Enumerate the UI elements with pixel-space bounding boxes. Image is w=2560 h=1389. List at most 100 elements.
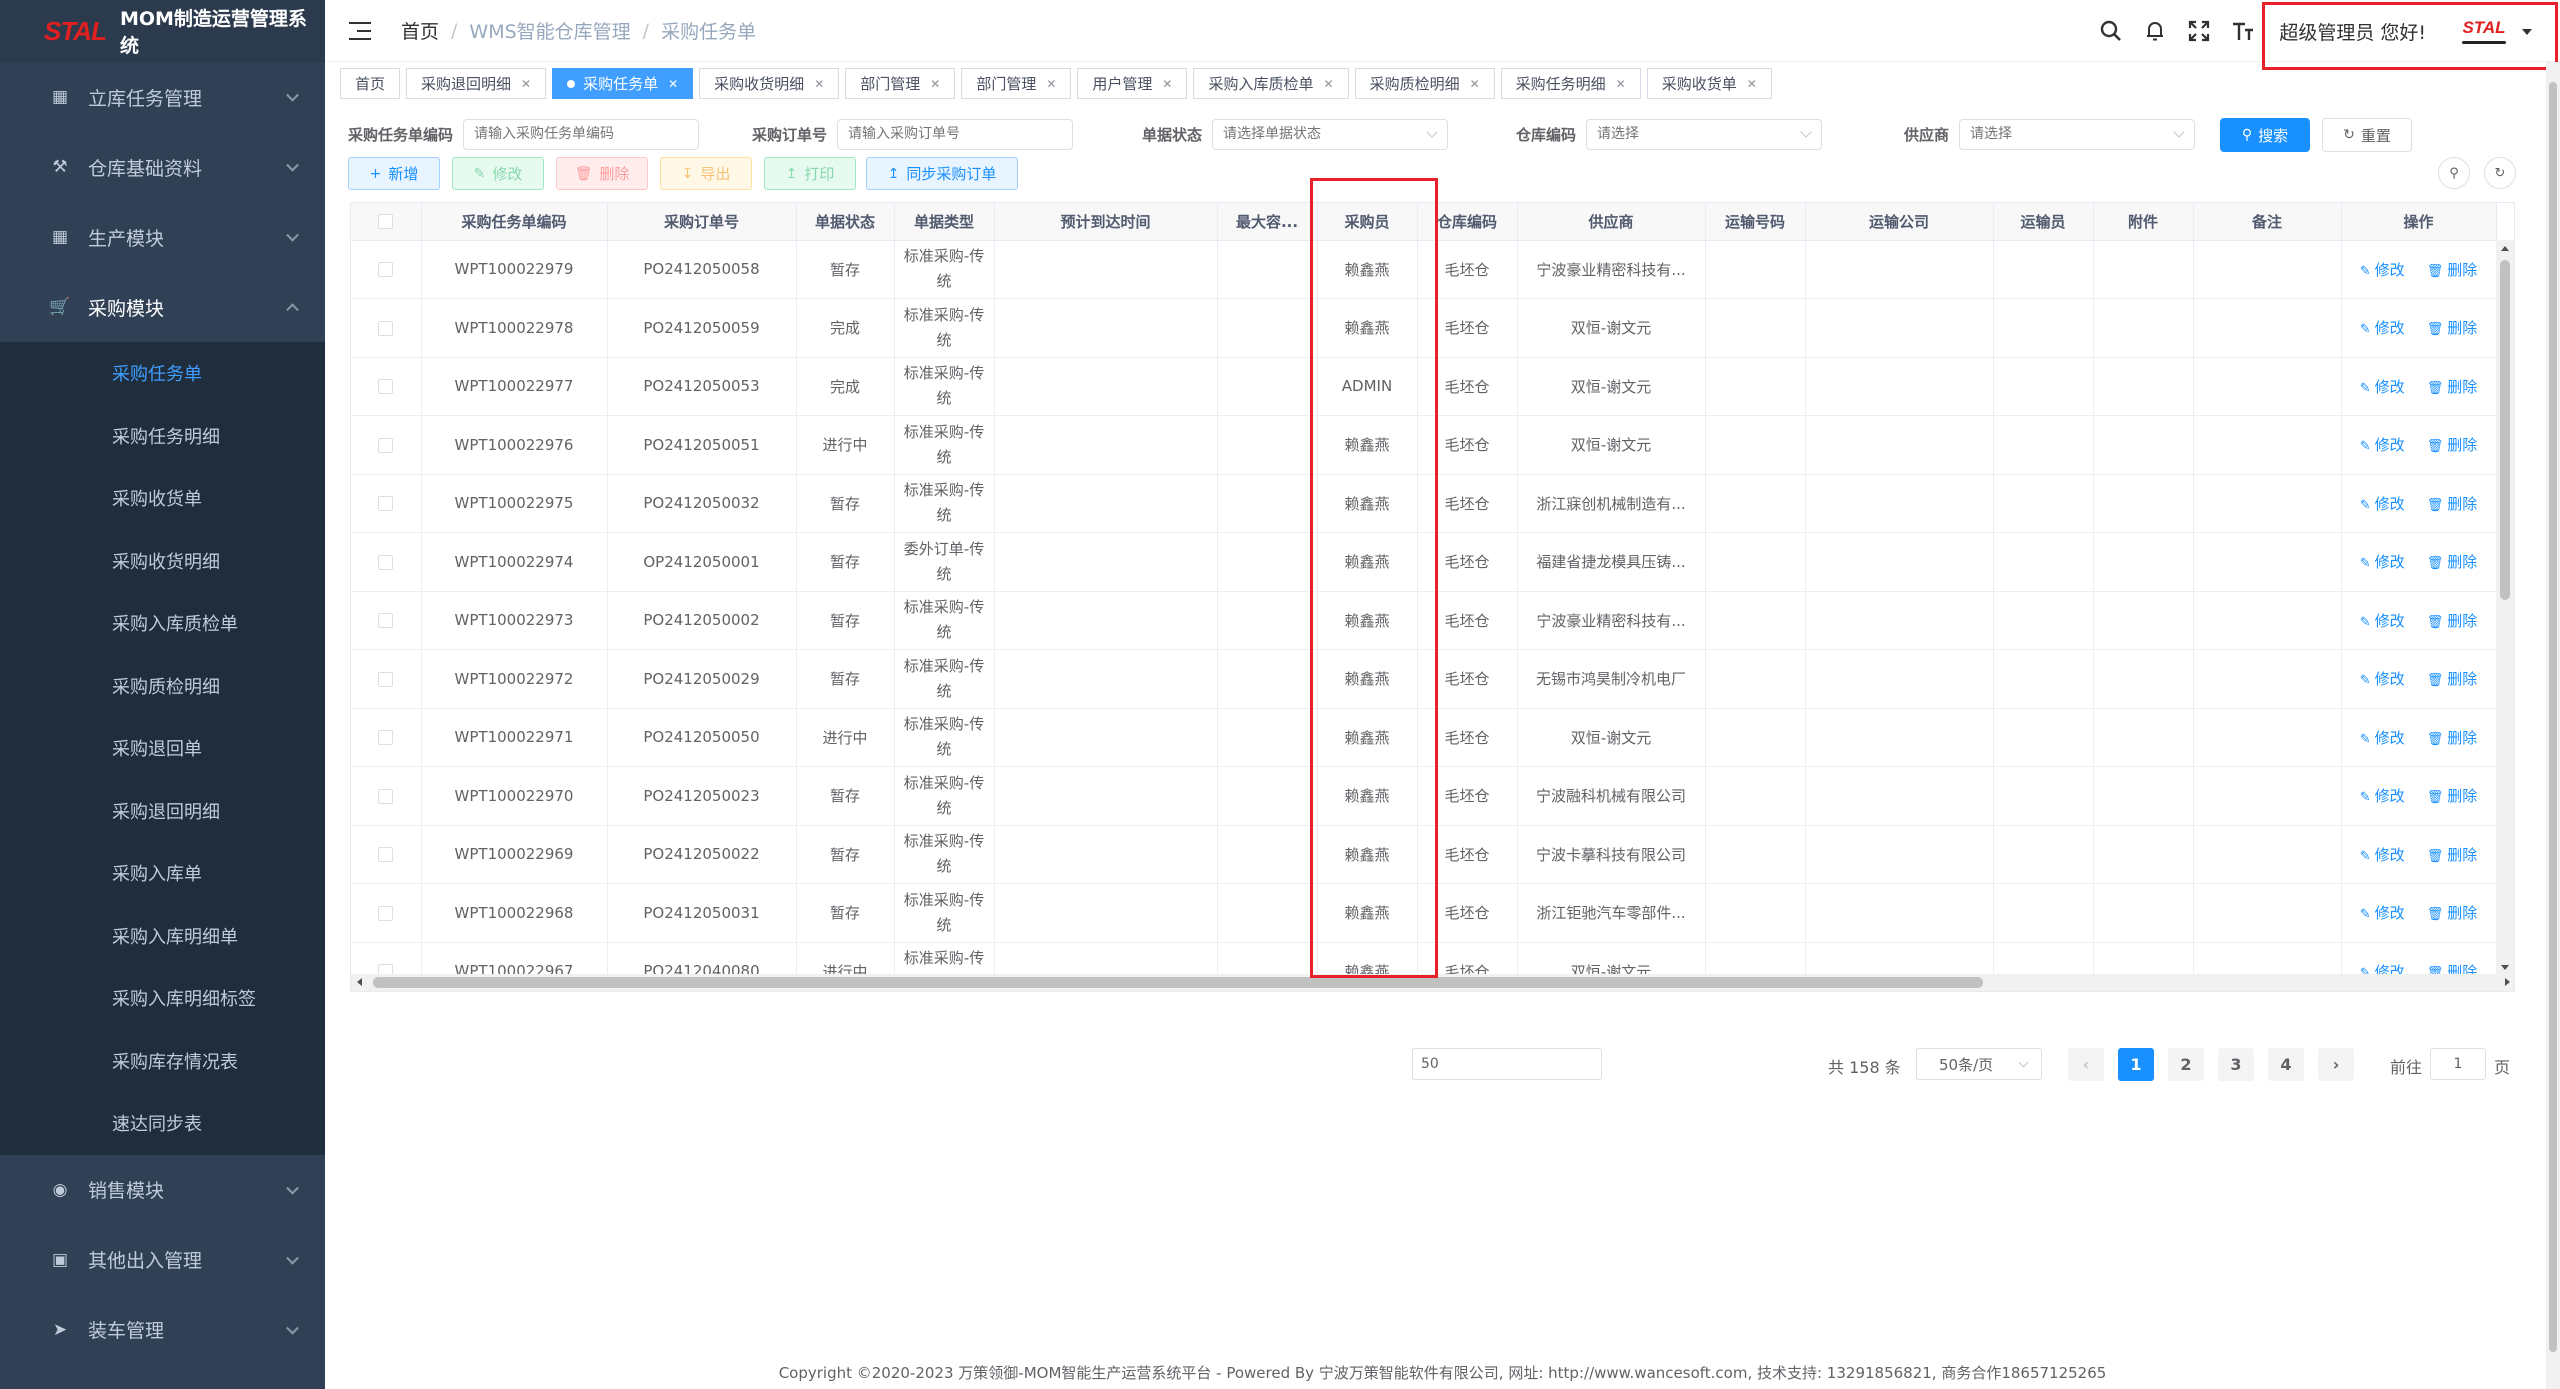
table-row[interactable]: WPT100022972 PO2412050029 暂存 标准采购-传统 赖鑫燕…: [351, 649, 2497, 709]
table-row[interactable]: WPT100022974 OP2412050001 暂存 委外订单-传统 赖鑫燕…: [351, 532, 2497, 592]
select-all-checkbox[interactable]: [351, 203, 422, 241]
sidebar-subitem-3[interactable]: 采购收货明细: [0, 529, 325, 592]
table-row[interactable]: WPT100022977 PO2412050053 完成 标准采购-传统 ADM…: [351, 357, 2497, 416]
hamburger-icon[interactable]: [349, 21, 371, 40]
row-edit-link[interactable]: ✎修改: [2360, 495, 2405, 513]
row-edit-link[interactable]: ✎修改: [2360, 378, 2405, 396]
avatar[interactable]: STAL: [2454, 9, 2532, 53]
table-row[interactable]: WPT100022968 PO2412050031 暂存 标准采购-传统 赖鑫燕…: [351, 883, 2497, 943]
sidebar-item-3[interactable]: 🛒 采购模块: [0, 272, 325, 342]
column-header[interactable]: 运输公司: [1805, 203, 1994, 241]
search-icon[interactable]: [2098, 18, 2124, 44]
row-delete-link[interactable]: 🗑删除: [2427, 436, 2478, 454]
page-button-4[interactable]: 4: [2268, 1048, 2304, 1081]
sidebar-subitem-4[interactable]: 采购入库质检单: [0, 592, 325, 655]
horizontal-scrollbar[interactable]: [351, 974, 2514, 991]
close-icon[interactable]: ✕: [1747, 77, 1757, 91]
edit-button[interactable]: ✎ 修改: [452, 157, 544, 190]
row-edit-link[interactable]: ✎修改: [2360, 846, 2405, 864]
close-icon[interactable]: ✕: [1324, 77, 1334, 91]
table-row[interactable]: WPT100022979 PO2412050058 暂存 标准采购-传统 赖鑫燕…: [351, 240, 2497, 299]
row-edit-link[interactable]: ✎修改: [2360, 319, 2405, 337]
row-checkbox[interactable]: [351, 591, 422, 650]
sidebar-item-6[interactable]: ➤ 装车管理: [0, 1295, 325, 1365]
close-icon[interactable]: ✕: [668, 77, 678, 91]
row-delete-link[interactable]: 🗑删除: [2427, 904, 2478, 922]
table-row[interactable]: WPT100022971 PO2412050050 进行中 标准采购-传统 赖鑫…: [351, 708, 2497, 767]
refresh-button[interactable]: ↻: [2484, 157, 2516, 189]
bell-icon[interactable]: [2142, 18, 2168, 44]
page-button-2[interactable]: 2: [2168, 1048, 2204, 1081]
row-delete-link[interactable]: 🗑删除: [2427, 612, 2478, 630]
tag-1[interactable]: 采购退回明细 ✕: [406, 68, 547, 99]
column-header[interactable]: 采购订单号: [607, 203, 797, 241]
table-row[interactable]: WPT100022973 PO2412050002 暂存 标准采购-传统 赖鑫燕…: [351, 591, 2497, 650]
page-size-select[interactable]: 50条/页: [1916, 1048, 2042, 1080]
column-header[interactable]: 最大容...: [1217, 203, 1318, 241]
add-button[interactable]: + 新增: [348, 157, 440, 190]
sidebar-subitem-10[interactable]: 采购入库明细标签: [0, 967, 325, 1030]
sidebar-subitem-12[interactable]: 速达同步表: [0, 1092, 325, 1155]
column-header[interactable]: 附件: [2093, 203, 2194, 241]
task-code-input[interactable]: [463, 118, 700, 150]
status-select[interactable]: [1212, 118, 1449, 150]
page-button-3[interactable]: 3: [2218, 1048, 2254, 1081]
tag-4[interactable]: 部门管理 ✕: [845, 68, 956, 99]
sidebar-subitem-0[interactable]: 采购任务单: [0, 342, 325, 405]
row-checkbox[interactable]: [351, 649, 422, 709]
close-icon[interactable]: ✕: [930, 77, 940, 91]
sidebar-item-1[interactable]: ⚒ 仓库基础资料: [0, 132, 325, 202]
row-checkbox[interactable]: [351, 415, 422, 475]
table-row[interactable]: WPT100022978 PO2412050059 完成 标准采购-传统 赖鑫燕…: [351, 298, 2497, 358]
row-edit-link[interactable]: ✎修改: [2360, 904, 2405, 922]
print-button[interactable]: ↥ 打印: [764, 157, 856, 190]
row-edit-link[interactable]: ✎修改: [2360, 612, 2405, 630]
search-button[interactable]: ⚲ 搜索: [2220, 118, 2310, 152]
page-button-1[interactable]: 1: [2118, 1048, 2154, 1081]
row-delete-link[interactable]: 🗑删除: [2427, 261, 2478, 279]
tag-7[interactable]: 采购入库质检单 ✕: [1193, 68, 1349, 99]
column-header[interactable]: 备注: [2193, 203, 2342, 241]
sidebar-subitem-7[interactable]: 采购退回明细: [0, 779, 325, 842]
row-checkbox[interactable]: [351, 240, 422, 299]
table-row[interactable]: WPT100022975 PO2412050032 暂存 标准采购-传统 赖鑫燕…: [351, 474, 2497, 533]
delete-button[interactable]: 🗑 删除: [556, 157, 648, 190]
row-checkbox[interactable]: [351, 825, 422, 884]
table-row[interactable]: WPT100022969 PO2412050022 暂存 标准采购-传统 赖鑫燕…: [351, 825, 2497, 884]
tag-8[interactable]: 采购质检明细 ✕: [1354, 68, 1495, 99]
column-header[interactable]: 采购员: [1317, 203, 1418, 241]
column-header[interactable]: 运输员: [1993, 203, 2094, 241]
close-icon[interactable]: ✕: [1046, 77, 1056, 91]
export-button[interactable]: ↧ 导出: [660, 157, 752, 190]
tag-6[interactable]: 用户管理 ✕: [1077, 68, 1188, 99]
row-checkbox[interactable]: [351, 708, 422, 767]
sidebar-item-5[interactable]: ▣ 其他出入管理: [0, 1225, 325, 1295]
supplier-select[interactable]: [1959, 118, 2196, 150]
reset-button[interactable]: ↻ 重置: [2322, 118, 2412, 152]
row-delete-link[interactable]: 🗑删除: [2427, 729, 2478, 747]
row-checkbox[interactable]: [351, 883, 422, 943]
tag-3[interactable]: 采购收货明细 ✕: [699, 68, 840, 99]
sidebar-item-2[interactable]: ▦ 生产模块: [0, 202, 325, 272]
row-edit-link[interactable]: ✎修改: [2360, 261, 2405, 279]
column-header[interactable]: 采购任务单编码: [421, 203, 608, 241]
row-delete-link[interactable]: 🗑删除: [2427, 319, 2478, 337]
column-header[interactable]: 供应商: [1517, 203, 1706, 241]
toggle-search-button[interactable]: ⚲: [2438, 157, 2470, 189]
column-header[interactable]: 操作: [2341, 203, 2497, 241]
column-header[interactable]: 仓库编码: [1417, 203, 1518, 241]
row-checkbox[interactable]: [351, 474, 422, 533]
vertical-scrollbar[interactable]: [2496, 240, 2514, 976]
row-delete-link[interactable]: 🗑删除: [2427, 378, 2478, 396]
next-page-button[interactable]: ›: [2318, 1048, 2354, 1081]
table-row[interactable]: WPT100022970 PO2412050023 暂存 标准采购-传统 赖鑫燕…: [351, 766, 2497, 826]
prev-page-button[interactable]: ‹: [2068, 1048, 2104, 1081]
fullscreen-icon[interactable]: [2186, 18, 2212, 44]
column-header[interactable]: 单据状态: [796, 203, 895, 241]
row-delete-link[interactable]: 🗑删除: [2427, 553, 2478, 571]
sidebar-subitem-2[interactable]: 采购收货单: [0, 467, 325, 530]
close-icon[interactable]: ✕: [521, 77, 531, 91]
row-edit-link[interactable]: ✎修改: [2360, 787, 2405, 805]
font-size-icon[interactable]: [2230, 18, 2256, 44]
column-header[interactable]: 运输号码: [1705, 203, 1806, 241]
